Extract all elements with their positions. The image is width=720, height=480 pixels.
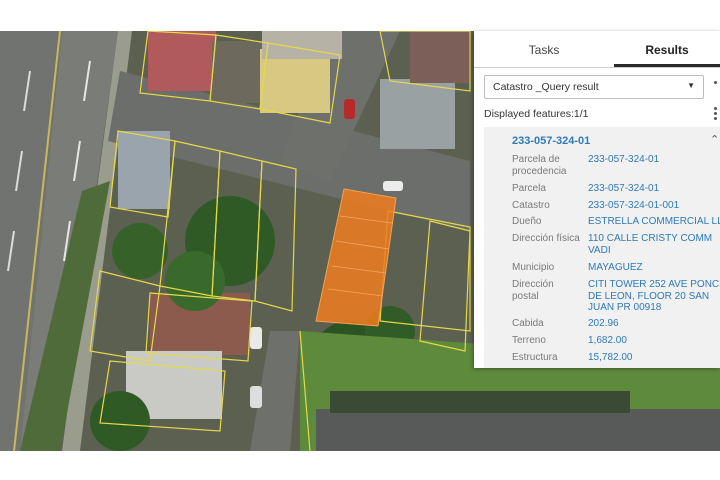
feature-id-link[interactable]: 233-057-324-01 <box>512 135 590 147</box>
panel-tabs: Tasks Results <box>474 31 720 68</box>
attr-label: Cabida <box>512 318 544 329</box>
layer-select-value: Catastro _Query result <box>493 81 599 93</box>
attr-value[interactable]: 15,782.00 <box>588 352 720 364</box>
layer-select[interactable]: Catastro _Query result ▼ <box>484 75 704 99</box>
attr-value[interactable]: 110 CALLE CRISTY COMM VADI <box>588 233 720 256</box>
attr-label: Municipio <box>512 262 555 273</box>
attr-value[interactable]: 233-057-324-01 <box>588 183 720 195</box>
tab-results[interactable]: Results <box>614 31 720 67</box>
feature-card: 233-057-324-01 ⌃ Parcela de procedencia … <box>484 127 720 368</box>
attr-label: Parcela de procedencia <box>512 154 567 177</box>
attr-value[interactable]: 233-057-324-01-001 <box>588 200 720 212</box>
chevron-up-icon[interactable]: ⌃ <box>710 133 719 146</box>
attr-label: Terreno <box>512 335 546 346</box>
attr-value[interactable]: 233-057-324-01 <box>588 154 720 166</box>
chevron-down-icon: ▼ <box>687 81 695 90</box>
attr-value[interactable]: 202.96 <box>588 318 720 330</box>
attr-label: Estructura <box>512 352 558 363</box>
attr-label: Dirección física <box>512 233 580 244</box>
tab-tasks[interactable]: Tasks <box>474 31 614 65</box>
attr-label: Parcela <box>512 183 546 194</box>
attr-value[interactable]: MAYAGUEZ <box>588 262 720 274</box>
attr-value[interactable]: 1,682.00 <box>588 335 720 347</box>
more-vertical-icon[interactable] <box>714 107 717 122</box>
attr-label: Dirección postal <box>512 279 554 302</box>
displayed-features-count: Displayed features:1/1 <box>484 108 589 120</box>
results-panel: Tasks Results Catastro _Query result ▼ D… <box>474 31 720 368</box>
map-attribution-area <box>0 451 720 480</box>
attr-value[interactable]: ESTRELLA COMMERCIAL LLC <box>588 216 720 228</box>
attr-label: Dueño <box>512 216 542 227</box>
attr-label: Catastro <box>512 200 550 211</box>
attr-value[interactable]: CITI TOWER 252 AVE PONCE DE LEON, FLOOR … <box>588 279 720 314</box>
more-options-icon[interactable] <box>714 81 717 84</box>
